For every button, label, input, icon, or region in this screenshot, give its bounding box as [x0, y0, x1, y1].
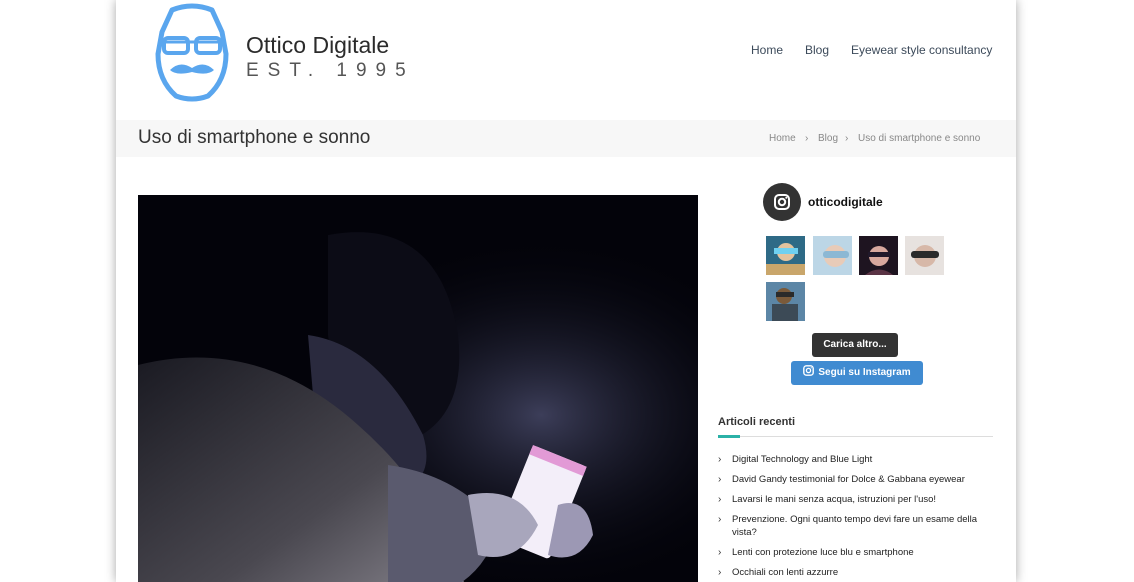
- breadcrumb-home[interactable]: Home: [769, 133, 796, 144]
- instagram-username[interactable]: otticodigitale: [808, 195, 883, 209]
- article-link[interactable]: Prevenzione. Ogni quanto tempo devi fare…: [732, 514, 977, 538]
- article-link[interactable]: Occhiali con lenti azzurre: [732, 567, 838, 578]
- follow-instagram-button[interactable]: Segui su Instagram: [791, 361, 923, 385]
- breadcrumb-separator-icon: ›: [805, 133, 809, 144]
- instagram-icon: [803, 365, 815, 376]
- chevron-right-icon: ›: [718, 547, 722, 558]
- instagram-photo[interactable]: [813, 236, 852, 275]
- brand-name[interactable]: Ottico Digitale: [246, 32, 389, 59]
- heading-accent: [718, 435, 740, 438]
- instagram-icon: [774, 194, 790, 210]
- recent-articles-list: › Digital Technology and Blue Light › Davi…: [718, 453, 993, 582]
- article-link[interactable]: Lavarsi le mani senza acqua, istruzioni …: [732, 494, 936, 505]
- breadcrumb-separator-icon: ›: [845, 133, 849, 144]
- brand-tagline: EST. 1995: [246, 60, 415, 81]
- divider: [718, 436, 993, 437]
- article-link[interactable]: Lenti con protezione luce blu e smartpho…: [732, 547, 914, 558]
- nav-blog[interactable]: Blog: [805, 43, 829, 57]
- list-item[interactable]: › Lenti con protezione luce blu e smartph…: [718, 546, 993, 559]
- chevron-right-icon: ›: [718, 454, 722, 465]
- page-title: Uso di smartphone e sonno: [138, 127, 371, 148]
- chevron-right-icon: ›: [718, 494, 722, 505]
- article-featured-image: [138, 195, 698, 582]
- breadcrumb-blog[interactable]: Blog: [818, 133, 838, 144]
- chevron-right-icon: ›: [718, 567, 722, 578]
- load-more-button[interactable]: Carica altro...: [812, 333, 898, 357]
- page-frame: Ottico Digitale EST. 1995 Home Blog Eyew…: [116, 0, 1016, 582]
- logo-mustache-glasses-icon[interactable]: [150, 2, 234, 107]
- list-item[interactable]: › David Gandy testimonial for Dolce & Gab…: [718, 473, 993, 486]
- follow-instagram-label: Segui su Instagram: [818, 367, 911, 378]
- list-item[interactable]: › Digital Technology and Blue Light: [718, 453, 993, 466]
- breadcrumb-current: Uso di smartphone e sonno: [858, 133, 981, 144]
- nav-home[interactable]: Home: [751, 43, 783, 57]
- instagram-photo[interactable]: [766, 236, 805, 275]
- instagram-photo[interactable]: [859, 236, 898, 275]
- list-item[interactable]: › Lavarsi le mani senza acqua, istruzioni…: [718, 493, 993, 506]
- instagram-photo[interactable]: [905, 236, 944, 275]
- instagram-photo[interactable]: [766, 282, 805, 321]
- recent-articles-heading: Articoli recenti: [718, 416, 796, 428]
- list-item[interactable]: › Prevenzione. Ogni quanto tempo devi far…: [718, 513, 993, 539]
- article-link[interactable]: Digital Technology and Blue Light: [732, 454, 872, 465]
- list-item[interactable]: › Occhiali con lenti azzurre: [718, 566, 993, 579]
- article-link[interactable]: David Gandy testimonial for Dolce & Gabb…: [732, 474, 965, 485]
- chevron-right-icon: ›: [718, 514, 722, 525]
- nav-eyewear-consultancy[interactable]: Eyewear style consultancy: [851, 43, 992, 57]
- chevron-right-icon: ›: [718, 474, 722, 485]
- instagram-avatar[interactable]: [763, 183, 801, 221]
